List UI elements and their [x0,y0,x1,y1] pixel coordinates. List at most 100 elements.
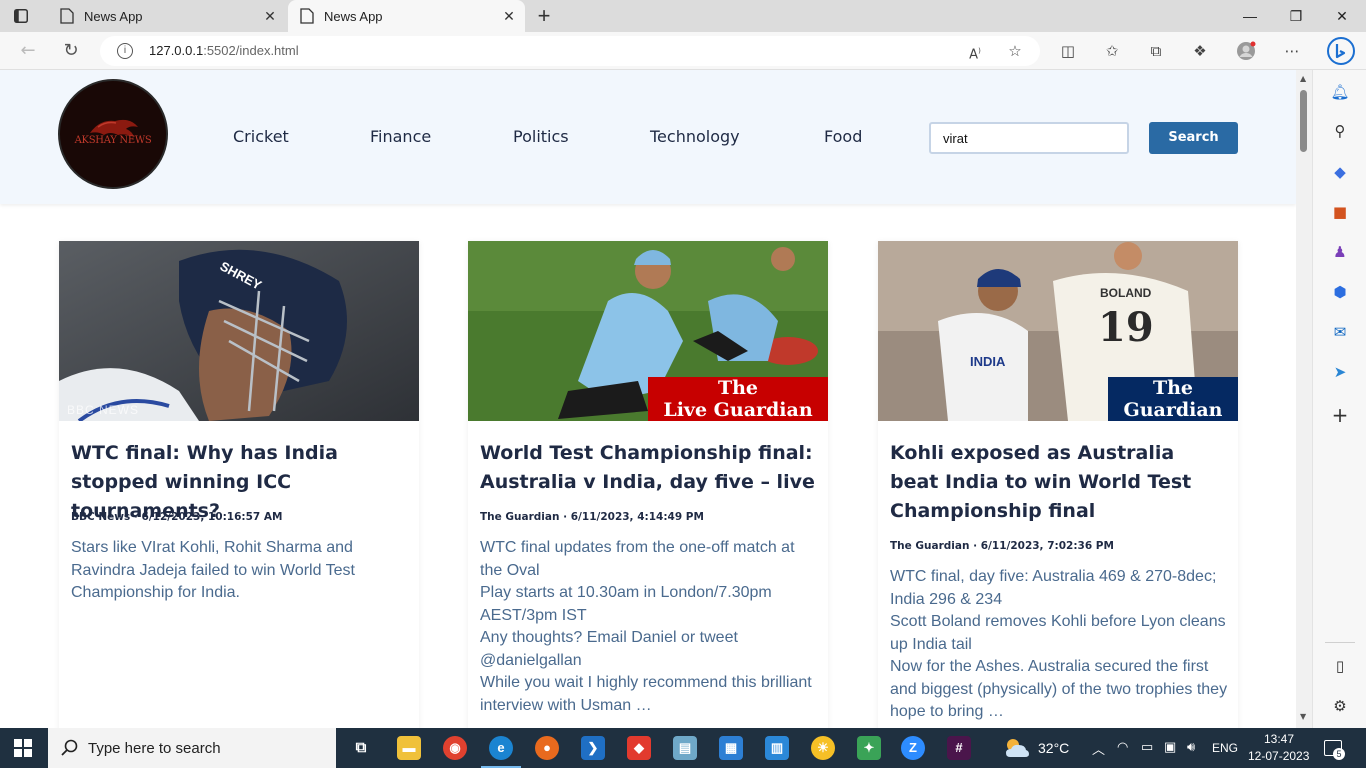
slack-icon[interactable]: # [947,736,971,760]
sidebar-toggle-icon[interactable]: ▯ [1330,656,1350,676]
settings-gear-icon[interactable]: ⚙ [1330,696,1350,716]
page-icon [60,8,74,24]
search-button[interactable]: Search [1149,122,1238,154]
tab-title: News App [324,8,383,24]
bing-chat-icon[interactable] [1326,36,1356,66]
network-icon[interactable]: ▣ [1164,739,1176,755]
new-tab-button[interactable]: + [534,5,554,27]
dev-tool-icon[interactable]: ✦ [857,736,881,760]
edge-icon[interactable]: e [489,736,513,760]
article-meta: The Guardian · 6/11/2023, 7:02:36 PM [890,540,1114,552]
windows-start-icon[interactable] [14,739,32,757]
wifi-icon[interactable]: ◠ [1117,739,1128,755]
search-input[interactable]: virat [929,122,1129,154]
favorite-star-icon[interactable]: ☆ [1005,41,1025,61]
weather-app-icon[interactable]: ☀ [811,736,835,760]
volume-icon[interactable]: 🔊︎ [1187,739,1195,755]
store-icon[interactable]: ▦ [719,736,743,760]
nav-politics[interactable]: Politics [513,127,569,146]
vscode-icon[interactable]: ❯ [581,736,605,760]
scroll-down-arrow-icon[interactable]: ▼ [1300,712,1308,721]
clock-time[interactable]: 13:47 [1264,732,1294,746]
git-client-icon[interactable]: ◆ [627,736,651,760]
notification-center-icon[interactable]: 5 [1324,740,1345,760]
read-aloud-icon[interactable]: A) [965,41,985,62]
chrome-icon[interactable]: ◉ [443,736,467,760]
battery-icon[interactable]: ▭ [1141,739,1153,755]
language-indicator[interactable]: ENG [1212,741,1238,755]
news-card[interactable]: INDIA BOLAND 19 The Guardian Kohli expos… [878,241,1238,728]
outlook-icon[interactable]: ✉ [1330,322,1350,342]
collections-icon[interactable]: ⧉ [1146,41,1166,61]
close-icon[interactable]: ✕ [501,8,517,24]
refresh-button[interactable]: ↻ [61,41,81,61]
favorites-icon[interactable]: ✩ [1102,41,1122,61]
url-text[interactable]: 127.0.0.1:5502/index.html [149,43,299,58]
task-view-icon[interactable]: ⧉ [349,736,373,760]
clock-date[interactable]: 12-07-2023 [1248,749,1309,763]
site-header: AKSHAY NEWS Cricket Finance Politics Tec… [0,70,1296,204]
office-icon[interactable]: ⬢ [1330,282,1350,302]
windows-taskbar: Type here to search ⧉ ▬ ◉ e ● ❯ ◆ ▤ ▦ ▥ … [0,728,1366,768]
close-window-button[interactable]: ✕ [1332,6,1352,26]
url-bar[interactable]: i 127.0.0.1:5502/index.html A) ☆ [100,36,1040,66]
nav-technology[interactable]: Technology [650,127,740,146]
file-explorer-icon[interactable]: ▬ [397,736,421,760]
nav-finance[interactable]: Finance [370,127,431,146]
notification-bell-icon[interactable]: 🔔︎ [1330,82,1350,102]
games-icon[interactable]: ♟ [1330,242,1350,262]
info-icon[interactable]: i [117,43,133,59]
search-icon[interactable]: ⚲ [1330,121,1350,141]
taskbar-search-box[interactable]: Type here to search [48,728,336,768]
jersey-name-text: BOLAND [1100,286,1152,300]
browser-tab-1[interactable]: News App ✕ [48,0,286,32]
logo-text: AKSHAY NEWS [74,135,152,146]
article-image: INDIA BOLAND 19 The Guardian [878,241,1238,421]
edge-sidebar: 🔔︎ ⚲ ◆ ■ ♟ ⬢ ✉ ➤ + ▯ ⚙ [1312,70,1366,728]
firefox-icon[interactable]: ● [535,736,559,760]
scroll-thumb[interactable] [1300,90,1307,152]
article-image: The Live Guardian [468,241,828,421]
toolbox-icon[interactable]: ■ [1330,202,1350,222]
weather-temp[interactable]: 32°C [1038,740,1069,756]
split-screen-icon[interactable]: ◫ [1058,41,1078,61]
page-viewport: AKSHAY NEWS Cricket Finance Politics Tec… [0,70,1296,728]
sidebar-divider [1325,642,1355,643]
scroll-up-arrow-icon[interactable]: ▲ [1300,74,1308,83]
news-card[interactable]: The Live Guardian World Test Championshi… [468,241,828,728]
nav-cricket[interactable]: Cricket [233,127,289,146]
jersey-india-text: INDIA [970,354,1006,369]
weather-cloud-icon[interactable] [1004,737,1030,759]
tray-chevron-up-icon[interactable]: ︿ [1092,739,1105,758]
browser-tab-2[interactable]: News App ✕ [288,0,525,32]
extensions-icon[interactable]: ❖ [1190,41,1210,61]
search-icon [61,739,78,756]
send-icon[interactable]: ➤ [1330,362,1350,382]
profile-icon[interactable] [1236,41,1256,61]
address-toolbar: ← ↻ i 127.0.0.1:5502/index.html A) ☆ ◫ ✩… [0,32,1366,70]
add-icon[interactable]: + [1330,405,1350,425]
page-scrollbar[interactable]: ▲ ▼ [1296,70,1312,728]
article-title[interactable]: Kohli exposed as Australia beat India to… [890,439,1226,526]
nav-food[interactable]: Food [824,127,862,146]
article-meta: BBC News · 6/12/2023, 10:16:57 AM [71,511,283,523]
tag-icon[interactable]: ◆ [1330,162,1350,182]
minimize-button[interactable]: — [1240,6,1260,26]
article-description: WTC final updates from the one-off match… [480,539,812,714]
site-logo[interactable]: AKSHAY NEWS [58,79,168,189]
tab-actions-icon[interactable] [12,8,30,24]
article-description: WTC final, day five: Australia 469 & 270… [890,568,1228,720]
zoom-icon[interactable]: Z [901,736,925,760]
article-title[interactable]: World Test Championship final: Australia… [480,439,816,497]
more-menu-icon[interactable]: ⋯ [1282,41,1302,61]
back-button[interactable]: ← [18,41,38,61]
restore-button[interactable]: ❐ [1286,6,1306,26]
news-card[interactable]: SHREY BBC NEWS WTC final: Why has India … [59,241,419,728]
browser-tab-bar: News App ✕ News App ✕ + — ❐ ✕ [0,0,1366,32]
notes-app-icon[interactable]: ▤ [673,736,697,760]
article-description: Stars like VIrat Kohli, Rohit Sharma and… [71,539,355,601]
tab-title: News App [84,8,143,24]
calendar-icon[interactable]: ▥ [765,736,789,760]
jersey-number-text: 19 [1098,304,1154,351]
close-icon[interactable]: ✕ [262,8,278,24]
